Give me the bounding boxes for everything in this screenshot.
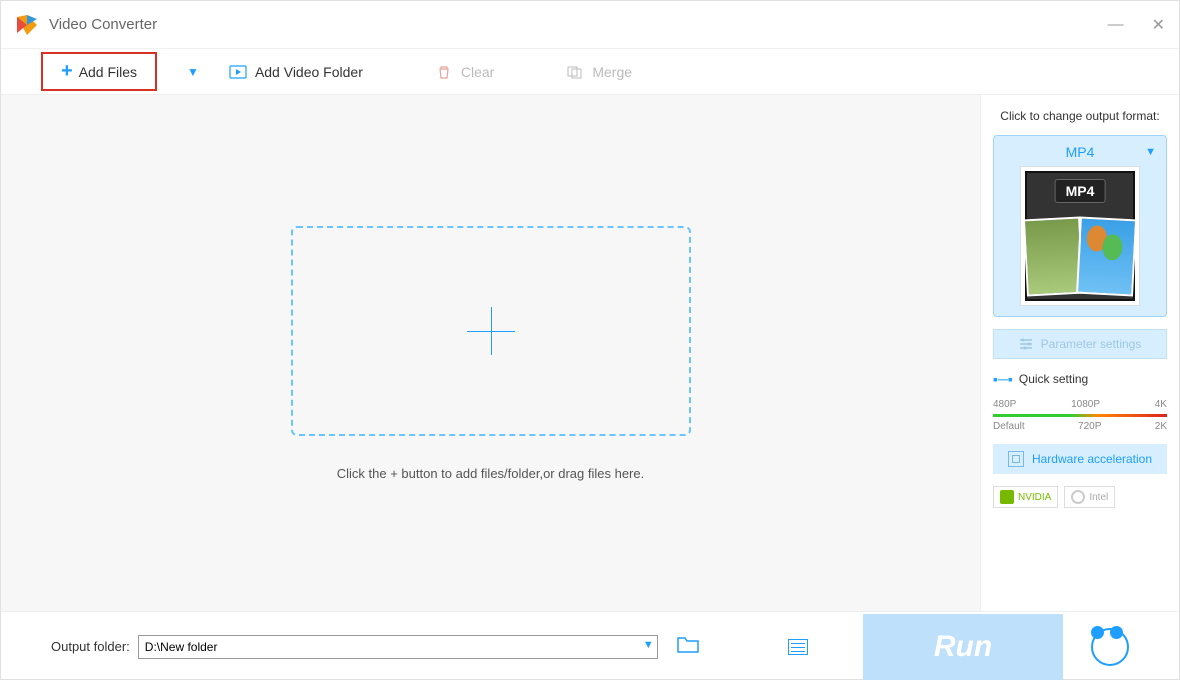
run-label: Run xyxy=(934,630,992,664)
scale-2k: 2K xyxy=(1155,421,1167,432)
add-files-button[interactable]: + Add Files xyxy=(41,52,157,91)
scale-720p: 720P xyxy=(1078,421,1101,432)
parameter-settings-label: Parameter settings xyxy=(1041,337,1142,351)
schedule-button[interactable] xyxy=(1071,628,1129,666)
plus-icon: + xyxy=(61,60,73,83)
app-title: Video Converter xyxy=(49,16,157,33)
quick-setting-label: Quick setting xyxy=(1019,372,1088,386)
folder-video-icon xyxy=(229,63,247,81)
canvas-area: Click the + button to add files/folder,o… xyxy=(1,95,981,611)
scale-1080p: 1080P xyxy=(1071,399,1100,410)
chevron-down-icon: ▼ xyxy=(1145,146,1156,158)
close-icon[interactable]: ✕ xyxy=(1152,15,1165,35)
format-thumbnail: MP4 xyxy=(1020,166,1140,306)
intel-label: Intel xyxy=(1089,492,1108,503)
footer: Output folder: ▼ Run xyxy=(1,611,1179,681)
titlebar: Video Converter — ✕ xyxy=(1,1,1179,49)
scale-default: Default xyxy=(993,421,1025,432)
clear-button[interactable]: Clear xyxy=(435,63,494,81)
add-files-dropdown-icon[interactable]: ▼ xyxy=(187,65,199,79)
sliders-icon xyxy=(1019,337,1033,351)
quality-slider[interactable]: 480P 1080P 4K Default 720P 2K xyxy=(993,399,1167,432)
clear-label: Clear xyxy=(461,64,494,80)
add-files-label: Add Files xyxy=(79,64,137,80)
window-controls: — ✕ xyxy=(1108,15,1165,35)
dropzone-plus-icon xyxy=(467,307,515,355)
nvidia-icon xyxy=(1000,490,1014,504)
scale-480p: 480P xyxy=(993,399,1016,410)
output-format-hint: Click to change output format: xyxy=(993,109,1167,123)
dropzone-hint: Click the + button to add files/folder,o… xyxy=(337,466,644,481)
clock-icon xyxy=(1091,628,1129,666)
merge-label: Merge xyxy=(592,64,632,80)
hardware-accel-label: Hardware acceleration xyxy=(1032,452,1152,466)
gpu-options: NVIDIA Intel xyxy=(993,486,1167,508)
sidebar: Click to change output format: MP4 ▼ MP4… xyxy=(981,95,1179,611)
quick-setting-icon: ▪─▪ xyxy=(993,371,1013,387)
chip-icon xyxy=(1008,451,1024,467)
browse-folder-icon[interactable] xyxy=(676,634,700,660)
parameter-settings-button[interactable]: Parameter settings xyxy=(993,329,1167,359)
add-folder-label: Add Video Folder xyxy=(255,64,363,80)
hardware-acceleration-button[interactable]: Hardware acceleration xyxy=(993,444,1167,474)
intel-icon xyxy=(1071,490,1085,504)
scale-4k: 4K xyxy=(1155,399,1167,410)
gpu-intel-option[interactable]: Intel xyxy=(1064,486,1115,508)
merge-icon xyxy=(566,63,584,81)
trash-icon xyxy=(435,63,453,81)
output-folder-label: Output folder: xyxy=(51,639,130,654)
run-button[interactable]: Run xyxy=(863,614,1063,680)
dropzone[interactable] xyxy=(291,226,691,436)
merge-button[interactable]: Merge xyxy=(566,63,632,81)
gpu-nvidia-option[interactable]: NVIDIA xyxy=(993,486,1058,508)
format-label: MP4 xyxy=(1002,144,1158,160)
toolbar: + Add Files ▼ Add Video Folder Clear Mer… xyxy=(1,49,1179,95)
file-list-icon[interactable] xyxy=(788,639,808,655)
output-format-selector[interactable]: MP4 ▼ MP4 xyxy=(993,135,1167,317)
app-logo-icon xyxy=(15,13,39,37)
main-area: Click the + button to add files/folder,o… xyxy=(1,95,1179,611)
minimize-icon[interactable]: — xyxy=(1108,16,1124,34)
format-badge: MP4 xyxy=(1055,179,1106,203)
output-folder-input[interactable] xyxy=(138,635,658,659)
add-video-folder-button[interactable]: Add Video Folder xyxy=(229,63,363,81)
quick-setting-header: ▪─▪ Quick setting xyxy=(993,371,1167,387)
nvidia-label: NVIDIA xyxy=(1018,492,1051,503)
